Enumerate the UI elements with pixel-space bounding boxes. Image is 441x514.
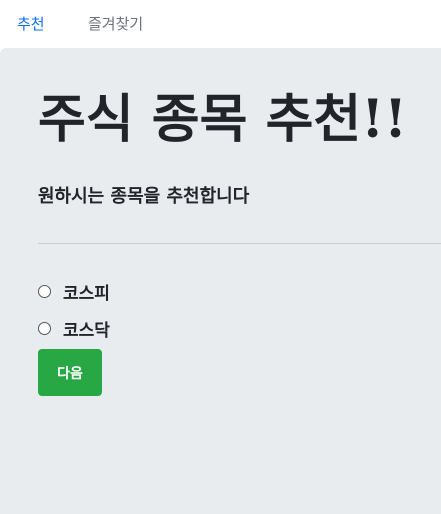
nav-tab-favorites[interactable]: 즐겨찾기 <box>88 13 143 34</box>
page-title: 주식 종목 추천!! <box>38 89 407 150</box>
section-divider <box>38 243 441 244</box>
radio-label-kosdaq[interactable]: 코스닥 <box>63 316 110 341</box>
radio-option-kospi[interactable]: 코스피 <box>38 279 110 304</box>
radio-button-kospi[interactable] <box>38 285 51 298</box>
next-button[interactable]: 다음 <box>38 349 102 396</box>
radio-button-kosdaq[interactable] <box>38 322 51 335</box>
radio-option-kosdaq[interactable]: 코스닥 <box>38 316 110 341</box>
nav-tab-recommend[interactable]: 추천 <box>17 13 45 34</box>
radio-label-kospi[interactable]: 코스피 <box>63 279 110 304</box>
top-navbar: 추천 즐겨찾기 <box>0 0 441 48</box>
page-subtitle: 원하시는 종목을 추천합니다 <box>38 186 250 207</box>
